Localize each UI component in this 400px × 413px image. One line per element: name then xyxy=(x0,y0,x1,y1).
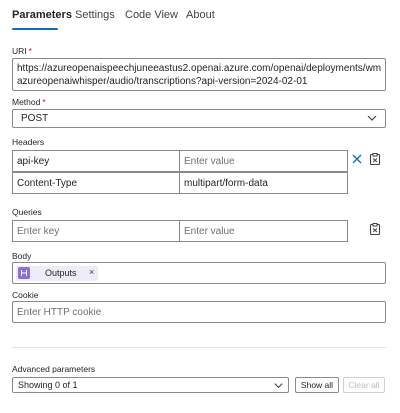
body-input[interactable]: Outputs × xyxy=(12,262,386,284)
header-key-input-2[interactable]: Content-Type xyxy=(12,172,180,194)
uri-label: URI * xyxy=(12,46,32,56)
chevron-down-icon xyxy=(367,115,377,121)
queries-label: Queries xyxy=(12,207,42,217)
method-required-mark: * xyxy=(42,97,46,107)
close-icon[interactable] xyxy=(350,152,364,166)
outputs-token-label: Outputs xyxy=(45,268,77,278)
chevron-down-icon xyxy=(274,383,283,389)
tab-about[interactable]: About xyxy=(186,9,215,21)
cookie-input[interactable]: Enter HTTP cookie xyxy=(12,301,386,323)
query-value-input[interactable]: Enter value xyxy=(179,220,348,242)
uri-required-mark: * xyxy=(28,46,32,56)
dynamic-content-icon xyxy=(18,267,30,279)
uri-line-1: https://azureopenaispeechjuneeastus2.ope… xyxy=(17,63,381,74)
outputs-token[interactable]: Outputs × xyxy=(16,266,98,281)
active-tab-indicator xyxy=(12,28,58,30)
tab-bar: Parameters Settings Code View About xyxy=(0,0,400,34)
uri-input[interactable]: https://azureopenaispeechjuneeastus2.ope… xyxy=(12,58,386,91)
headers-label: Headers xyxy=(12,137,45,147)
show-all-button[interactable]: Show all xyxy=(295,377,339,393)
section-divider xyxy=(12,347,386,348)
method-dropdown[interactable]: POST xyxy=(12,109,386,128)
tab-settings[interactable]: Settings xyxy=(75,9,115,21)
method-label: Method * xyxy=(12,97,46,107)
method-value: POST xyxy=(21,113,49,124)
cookie-label: Cookie xyxy=(12,290,39,300)
header-key-input-1[interactable]: api-key xyxy=(12,150,180,172)
tab-parameters[interactable]: Parameters xyxy=(12,9,72,21)
advanced-parameters-value: Showing 0 of 1 xyxy=(18,380,78,390)
query-key-input[interactable]: Enter key xyxy=(12,220,180,242)
advanced-parameters-dropdown[interactable]: Showing 0 of 1 xyxy=(12,377,289,393)
token-remove-icon[interactable]: × xyxy=(89,267,94,277)
delete-clipboard-icon[interactable] xyxy=(368,222,382,236)
header-value-input-1[interactable]: Enter value xyxy=(179,150,348,172)
advanced-parameters-label: Advanced parameters xyxy=(12,364,96,374)
clear-all-button[interactable]: Clear all xyxy=(343,377,385,393)
delete-clipboard-icon[interactable] xyxy=(368,152,382,166)
tab-code-view[interactable]: Code View xyxy=(125,9,178,21)
uri-line-2: azureopenaiwhisper/audio/transcriptions?… xyxy=(17,76,308,87)
header-value-input-2[interactable]: multipart/form-data xyxy=(179,172,348,194)
body-label: Body xyxy=(12,251,32,261)
